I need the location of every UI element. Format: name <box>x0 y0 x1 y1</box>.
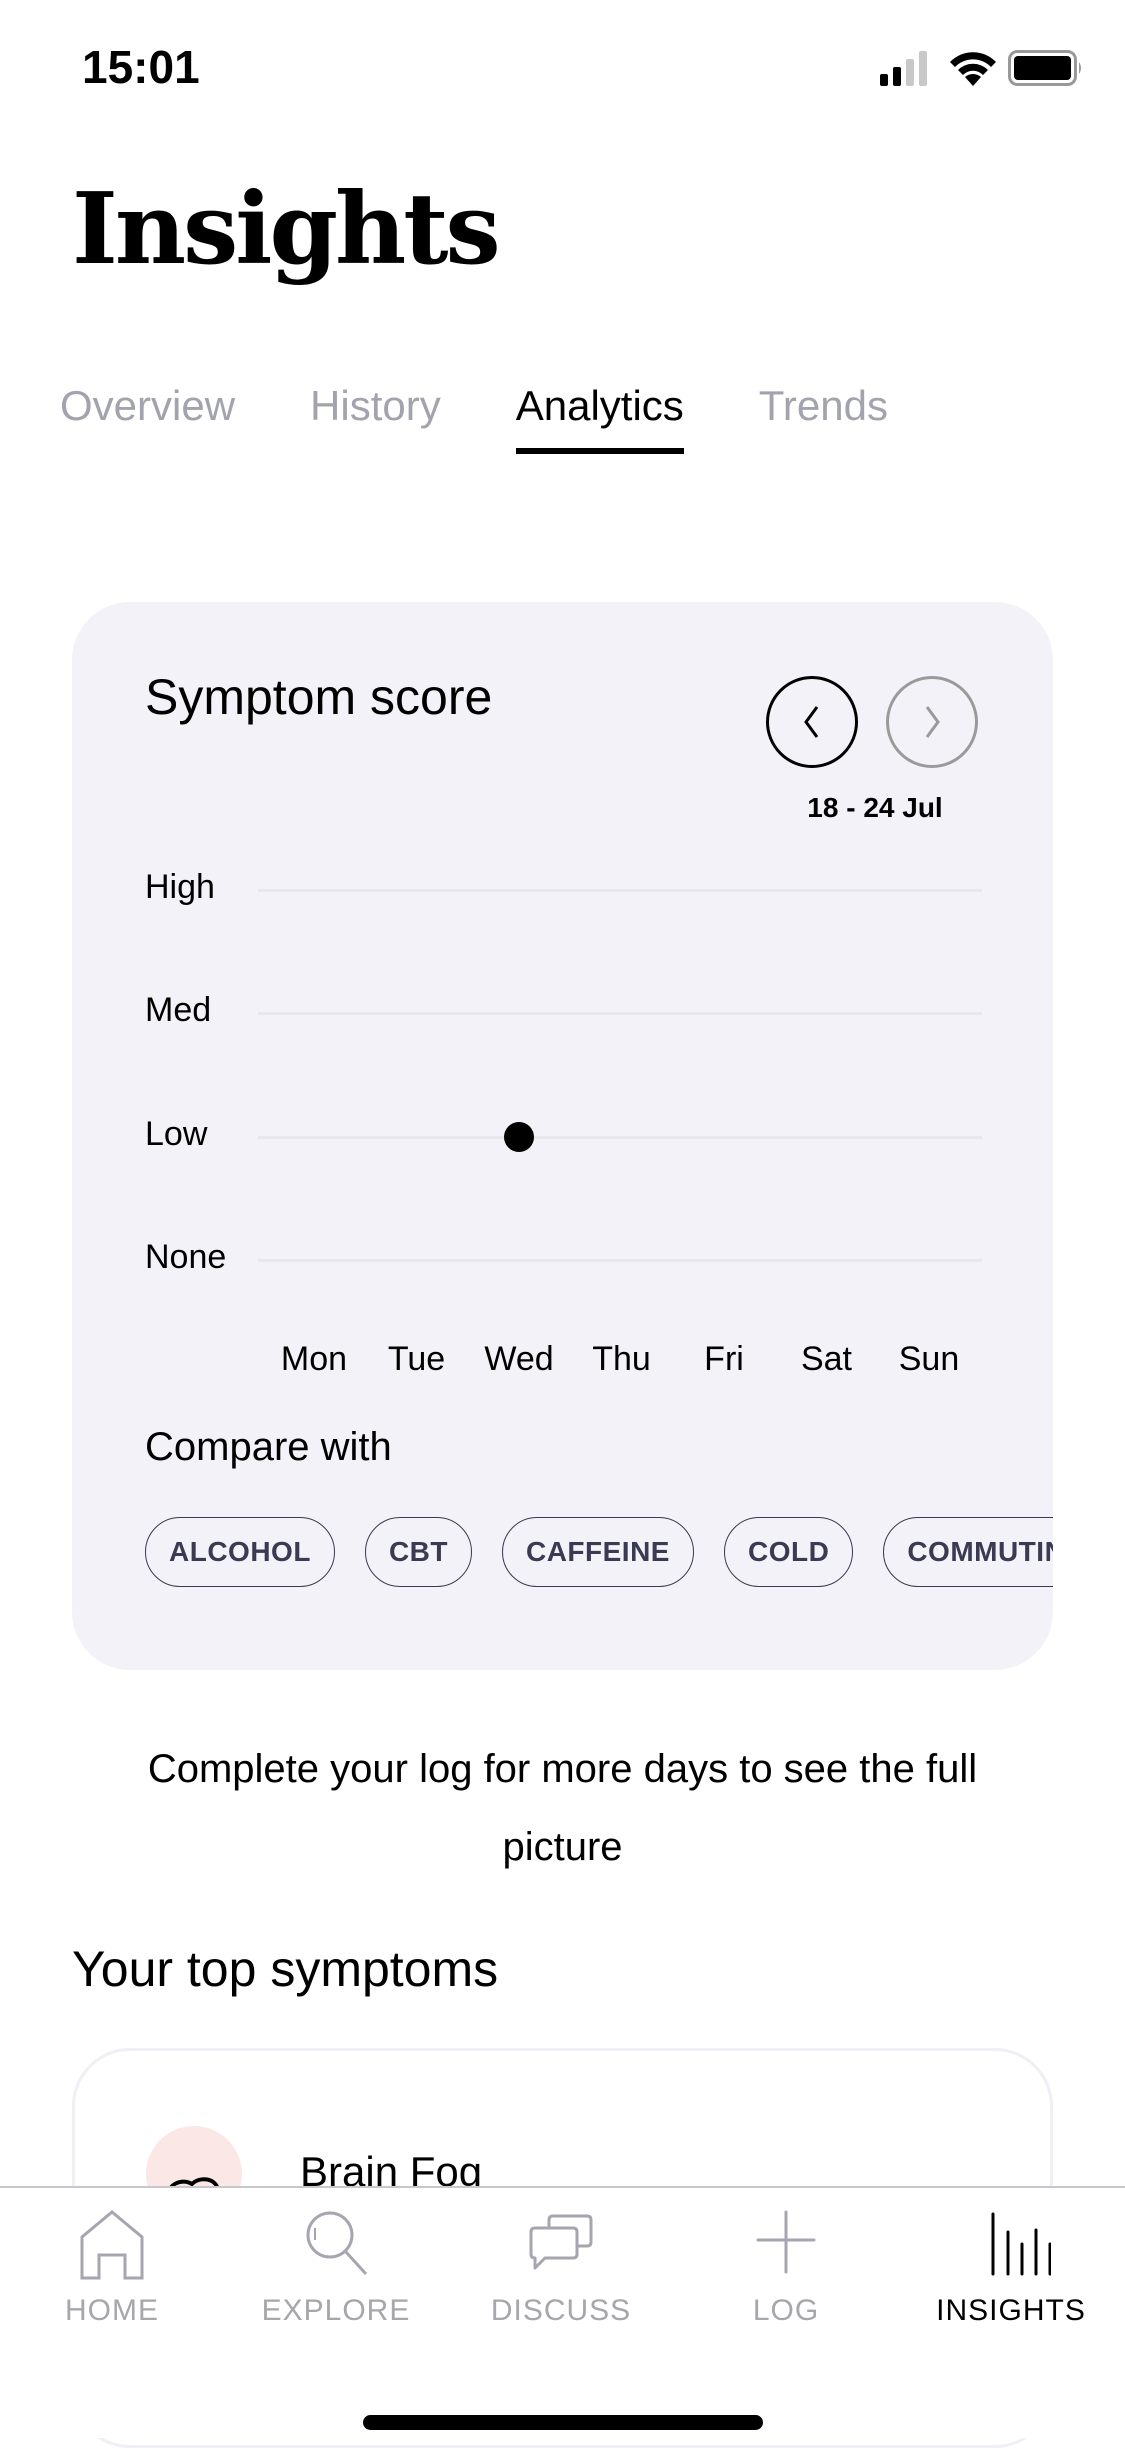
segment-tabs: Overview History Analytics Trends <box>60 382 963 454</box>
compare-chips: ALCOHOL CBT CAFFEINE COLD COMMUTING <box>145 1517 1053 1589</box>
gridline-med <box>258 1012 982 1016</box>
battery-icon <box>1008 50 1081 86</box>
gridline-high <box>258 889 982 892</box>
tabbar-explore[interactable]: EXPLORE <box>226 2210 446 2328</box>
y-tick-label: Med <box>145 991 212 1030</box>
tabbar-insights[interactable]: INSIGHTS <box>901 2210 1121 2328</box>
tabbar-label: HOME <box>65 2294 159 2327</box>
chip-commuting[interactable]: COMMUTING <box>883 1517 1053 1587</box>
home-icon <box>80 2210 144 2280</box>
date-range: 18 - 24 Jul <box>807 792 943 823</box>
page-title: Insights <box>72 172 501 287</box>
chevron-right-icon <box>925 706 940 738</box>
x-tick-label: Fri <box>704 1340 744 1378</box>
chip-alcohol[interactable]: ALCOHOL <box>145 1517 335 1587</box>
previous-week-button[interactable] <box>766 676 858 768</box>
chevron-left-icon <box>804 706 819 738</box>
cellular-signal-icon <box>880 51 927 86</box>
x-tick-label: Wed <box>484 1340 554 1378</box>
y-tick-label: Low <box>145 1114 208 1153</box>
home-indicator <box>363 2415 763 2430</box>
status-time: 15:01 <box>82 41 200 93</box>
search-icon <box>306 2211 368 2276</box>
y-tick-label: High <box>145 868 215 906</box>
tab-analytics[interactable]: Analytics <box>515 382 684 454</box>
tab-trends[interactable]: Trends <box>759 382 888 430</box>
data-point[interactable] <box>504 1121 534 1152</box>
tab-history[interactable]: History <box>310 382 441 430</box>
bar-chart-icon <box>991 2212 1051 2276</box>
y-tick-label: None <box>145 1238 227 1276</box>
tabbar-log[interactable]: LOG <box>676 2210 896 2328</box>
chip-cold[interactable]: COLD <box>723 1517 854 1587</box>
x-tick-label: Sat <box>800 1340 853 1378</box>
plus-icon <box>756 2210 816 2274</box>
card-title: Symptom score <box>145 669 493 725</box>
gridline-low <box>258 1135 982 1139</box>
compare-with-label: Compare with <box>145 1425 392 1469</box>
tabbar-discuss[interactable]: DISCUSS <box>451 2210 671 2328</box>
tabbar-label: INSIGHTS <box>936 2294 1086 2327</box>
x-tick-label: Tue <box>387 1340 446 1378</box>
log-hint-text: Complete your log for more days to see t… <box>147 1747 978 1869</box>
x-tick-label: Mon <box>280 1340 348 1378</box>
tabbar-home[interactable]: HOME <box>2 2210 222 2328</box>
tabbar-label: EXPLORE <box>261 2294 411 2327</box>
chip-cbt[interactable]: CBT <box>364 1517 472 1587</box>
tabbar-label: LOG <box>752 2294 820 2327</box>
x-tick-label: Thu <box>592 1340 651 1378</box>
chat-bubbles-icon <box>529 2214 593 2270</box>
tab-overview[interactable]: Overview <box>60 382 235 430</box>
top-symptoms-title: Your top symptoms <box>72 1941 499 1997</box>
wifi-icon <box>950 52 996 86</box>
chip-caffeine[interactable]: CAFFEINE <box>501 1517 694 1587</box>
tabbar-label: DISCUSS <box>490 2294 632 2327</box>
x-tick-label: Sun <box>898 1340 960 1378</box>
gridline-none <box>258 1259 982 1262</box>
next-week-button[interactable] <box>886 676 978 768</box>
